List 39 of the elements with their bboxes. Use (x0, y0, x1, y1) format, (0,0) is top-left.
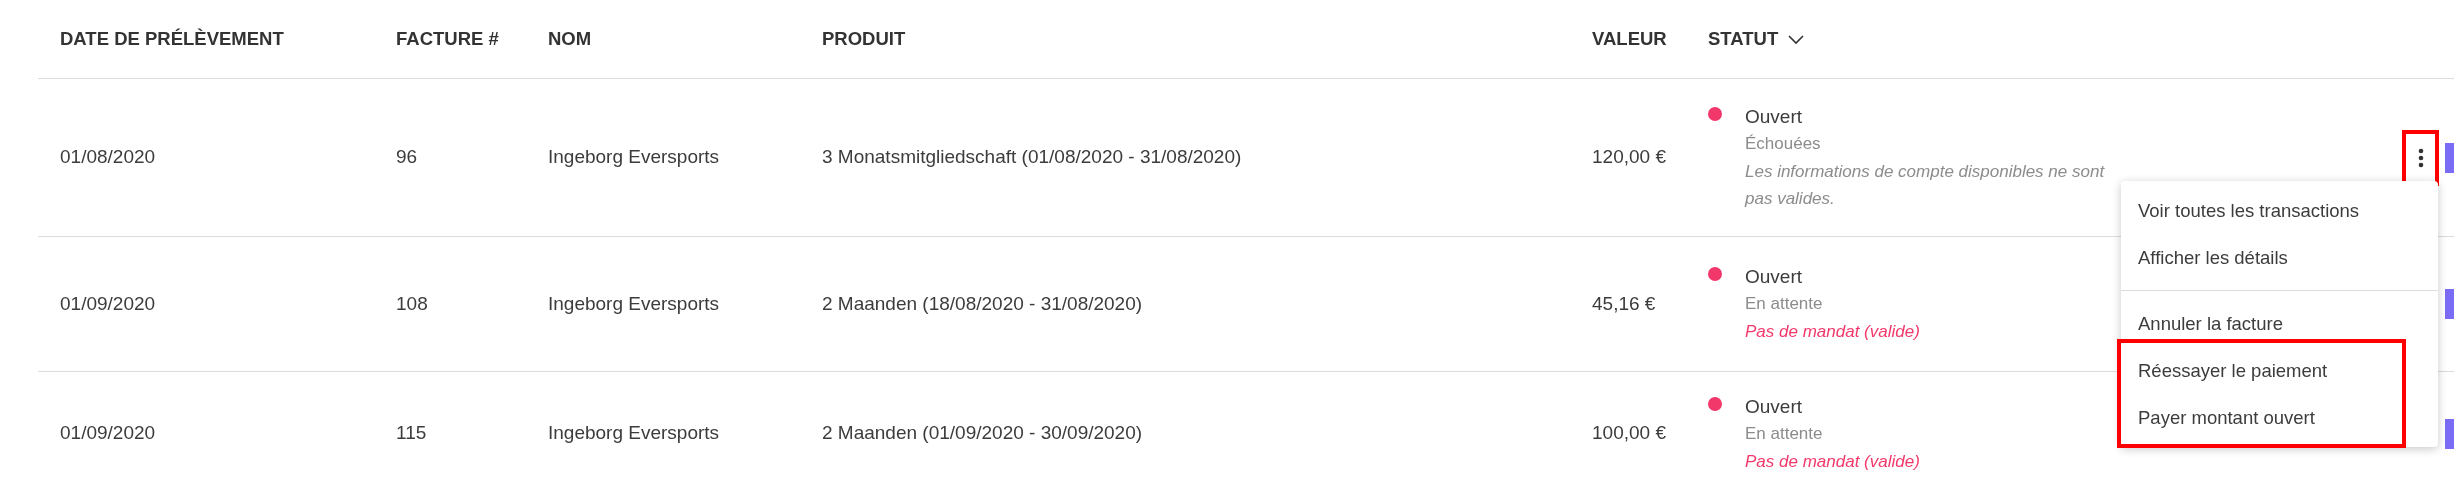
menu-item[interactable]: Réessayer le paiement (2121, 347, 2402, 394)
menu-item[interactable]: Afficher les détails (2121, 234, 2438, 281)
table-cell: 96 (396, 146, 418, 168)
status-detail: En attente (1745, 293, 1824, 315)
side-tab[interactable] (2445, 142, 2454, 173)
table-cell: 108 (396, 292, 428, 314)
status-label: Ouvert (1745, 105, 1804, 129)
more-icon (2417, 147, 2424, 168)
column-header: VALEUR (1592, 28, 1667, 50)
status-label: Ouvert (1745, 265, 1804, 289)
table-cell: 2 Maanden (01/09/2020 - 30/09/2020) (822, 422, 1143, 444)
table-cell: Ingeborg Eversports (548, 292, 720, 314)
status-label: Ouvert (1745, 394, 1804, 419)
column-header-dropdown[interactable]: STATUT (1708, 28, 1805, 50)
menu-item[interactable]: Voir toutes les transactions (2121, 187, 2438, 234)
table-cell: 01/09/2020 (60, 422, 156, 444)
side-tab[interactable] (2445, 418, 2454, 449)
status-detail: En attente (1745, 422, 1824, 445)
status-detail: Échouées (1745, 133, 1822, 155)
table-cell: 120,00 € (1592, 146, 1666, 168)
table-cell: 3 Monatsmitgliedschaft (01/08/2020 - 31/08/2020) (822, 146, 1242, 168)
menu-item[interactable]: Payer montant ouvert (2121, 394, 2402, 441)
status-note: Les informations de compte disponibles ne sont pas valides. (1745, 161, 2106, 210)
chevron-down-icon[interactable] (1788, 35, 1805, 46)
column-header: FACTURE # (396, 28, 499, 50)
menu-item[interactable]: Annuler la facture (2121, 300, 2438, 347)
table-cell: Ingeborg Eversports (548, 422, 720, 444)
table-cell: 45,16 € (1592, 292, 1656, 314)
table-cell: 115 (396, 422, 427, 444)
table-cell: 01/08/2020 (60, 146, 156, 168)
table-cell: 100,00 € (1592, 422, 1666, 444)
error-message: Pas de mandat (valide) (1745, 450, 1920, 473)
table-cell: Ingeborg Eversports (548, 146, 720, 168)
table-cell: 2 Maanden (18/08/2020 - 31/08/2020) (822, 292, 1143, 314)
column-header: NOM (548, 28, 592, 50)
error-message: Pas de mandat (valide) (1745, 321, 1920, 343)
column-header: PRODUIT (822, 28, 906, 50)
table-cell: 01/09/2020 (60, 292, 156, 314)
column-header: DATE DE PRÉLÈVEMENT (60, 28, 284, 50)
